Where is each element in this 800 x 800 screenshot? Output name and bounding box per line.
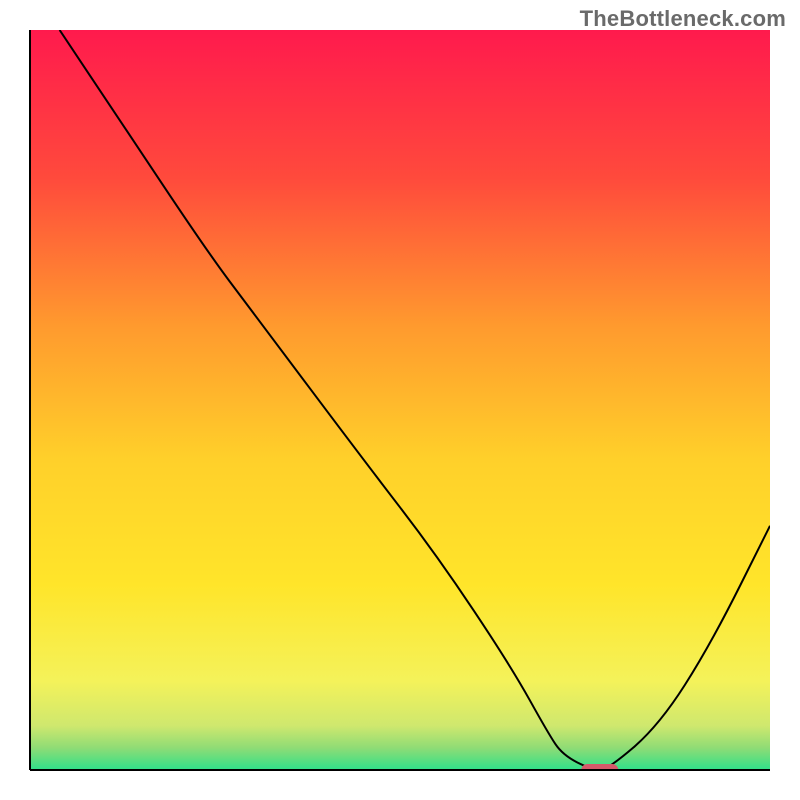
bottleneck-chart: TheBottleneck.com	[0, 0, 800, 800]
watermark-text: TheBottleneck.com	[580, 6, 786, 32]
plot-background	[30, 30, 770, 770]
chart-svg	[0, 0, 800, 800]
